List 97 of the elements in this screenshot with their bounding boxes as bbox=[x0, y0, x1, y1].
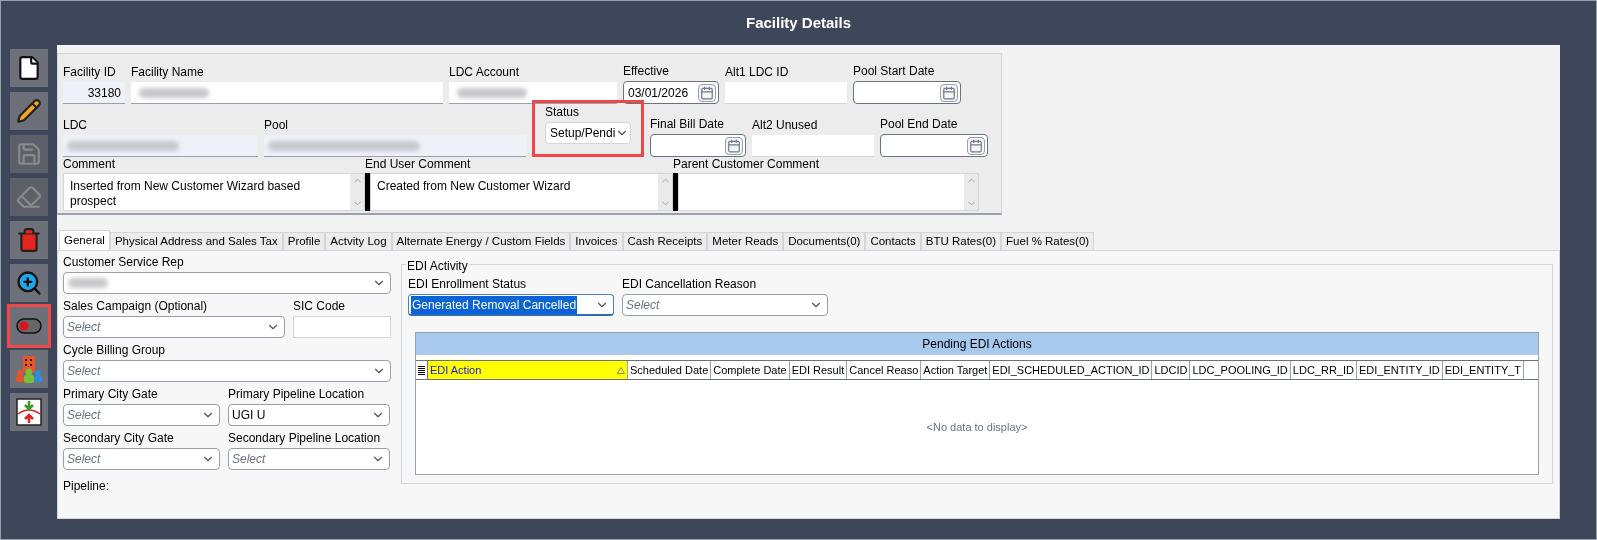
import-arrows-icon bbox=[16, 398, 42, 426]
blurred-text bbox=[139, 87, 209, 98]
tab[interactable]: Contacts bbox=[865, 232, 921, 250]
field-label: LDC bbox=[63, 118, 88, 132]
dropdown[interactable]: Select bbox=[622, 294, 828, 316]
field-label: Facility ID bbox=[63, 65, 117, 79]
field-label: Effective bbox=[623, 64, 670, 78]
window-title: Facility Details bbox=[744, 12, 852, 33]
column-header[interactable]: Complete Date bbox=[711, 361, 790, 379]
column-header[interactable]: LDC_POOLING_ID bbox=[1190, 361, 1291, 379]
dropdown[interactable]: Select bbox=[63, 316, 285, 338]
field-label: Pool Start Date bbox=[853, 64, 936, 78]
document-icon bbox=[16, 55, 42, 81]
column-header[interactable]: EDI_ENTITY_ID bbox=[1356, 361, 1443, 379]
field-label: Secondary Pipeline Location bbox=[228, 431, 382, 445]
eraser-icon bbox=[16, 184, 42, 210]
pencil-icon bbox=[16, 98, 42, 124]
empty-grid-message: <No data to display> bbox=[926, 419, 1028, 435]
dropdown[interactable]: Select bbox=[63, 404, 220, 426]
text-field[interactable] bbox=[449, 82, 617, 104]
field-label: Primary Pipeline Location bbox=[228, 387, 366, 401]
blurred-text bbox=[457, 87, 527, 98]
tab[interactable]: Profile bbox=[282, 232, 326, 250]
tab[interactable]: Documents(0) bbox=[783, 232, 866, 250]
field-label: Primary City Gate bbox=[63, 387, 159, 401]
field-label: Parent Customer Comment bbox=[673, 157, 821, 171]
comment-field[interactable]: Created from New Customer Wizard bbox=[370, 173, 673, 211]
field-label: Sales Campaign (Optional) bbox=[63, 299, 209, 313]
field-label: Secondary City Gate bbox=[63, 431, 175, 445]
column-header[interactable]: EDI Action bbox=[428, 361, 628, 379]
save-icon bbox=[16, 141, 42, 167]
field-label: Facility Name bbox=[131, 65, 205, 79]
calendar-button[interactable] bbox=[967, 136, 985, 155]
column-header[interactable]: Action Target bbox=[921, 361, 991, 379]
tab[interactable]: Meter Reads bbox=[707, 232, 784, 250]
status-dropdown[interactable]: Setup/Pendi bbox=[545, 122, 631, 144]
toggle-icon bbox=[16, 318, 42, 334]
field-label: EDI Cancellation Reason bbox=[622, 277, 758, 291]
tab[interactable]: Actvity Log bbox=[325, 232, 392, 250]
tab[interactable]: General bbox=[59, 230, 110, 250]
tab[interactable]: Cash Receipts bbox=[622, 232, 708, 250]
date-field[interactable] bbox=[853, 81, 961, 104]
text-field[interactable] bbox=[293, 316, 391, 338]
field-label: Pool bbox=[264, 118, 290, 132]
date-field[interactable] bbox=[880, 134, 988, 157]
tab[interactable]: Alternate Energy / Custom Fields bbox=[391, 232, 571, 250]
field-label: Pipeline: bbox=[63, 479, 111, 493]
text-field[interactable] bbox=[131, 82, 443, 104]
column-header[interactable]: LDCID bbox=[1152, 361, 1191, 379]
dropdown[interactable]: Generated Removal Cancelled bbox=[408, 294, 614, 316]
column-header[interactable]: EDI_ENTITY_T bbox=[1442, 361, 1525, 379]
field-label: Final Bill Date bbox=[650, 117, 726, 131]
field-label: Status bbox=[545, 105, 581, 119]
column-header[interactable]: Scheduled Date bbox=[628, 361, 712, 379]
dropdown[interactable]: Select bbox=[63, 448, 220, 470]
date-field[interactable]: 03/01/2026 bbox=[623, 81, 719, 104]
dropdown[interactable]: UGI U bbox=[228, 404, 390, 426]
column-header[interactable]: EDI Result bbox=[789, 361, 848, 379]
text-field[interactable] bbox=[725, 82, 847, 104]
calendar-button[interactable] bbox=[725, 136, 743, 155]
sort-arrow-icon bbox=[617, 366, 625, 374]
building-people-icon bbox=[15, 355, 43, 383]
text-field[interactable] bbox=[752, 135, 874, 157]
toolbar-button[interactable] bbox=[10, 92, 48, 130]
tab[interactable]: Invoices bbox=[570, 232, 623, 250]
field-label: Cycle Billing Group bbox=[63, 343, 167, 357]
field-label: Customer Service Rep bbox=[63, 255, 185, 269]
field-label: Alt1 LDC ID bbox=[725, 65, 790, 79]
zoom-in-icon bbox=[15, 269, 43, 297]
column-header[interactable]: Cancel Reaso bbox=[847, 361, 922, 379]
blurred-text bbox=[68, 278, 108, 288]
column-header[interactable]: LDC_RR_ID bbox=[1290, 361, 1357, 379]
tab[interactable]: Fuel % Rates(0) bbox=[1001, 232, 1095, 250]
field-label: SIC Code bbox=[293, 299, 347, 313]
comment-field[interactable]: Inserted from New Customer Wizard based prospect bbox=[63, 173, 365, 211]
facility-id-field: 33180 bbox=[63, 82, 125, 104]
tab[interactable]: Physical Address and Sales Tax bbox=[109, 232, 283, 250]
column-header[interactable]: EDI_SCHEDULED_ACTION_ID bbox=[990, 361, 1153, 379]
field-label: EDI Enrollment Status bbox=[408, 277, 528, 291]
toolbar-button[interactable] bbox=[10, 393, 48, 431]
date-field[interactable] bbox=[650, 134, 746, 157]
toolbar-button[interactable] bbox=[10, 264, 48, 302]
dropdown[interactable]: Select bbox=[228, 448, 390, 470]
dropdown[interactable]: Select bbox=[63, 360, 391, 382]
field-label: LDC Account bbox=[449, 65, 521, 79]
calendar-button[interactable] bbox=[698, 83, 716, 102]
field-label: Pool End Date bbox=[880, 117, 959, 131]
dropdown[interactable] bbox=[63, 272, 391, 294]
trash-icon bbox=[16, 227, 42, 253]
tab[interactable]: BTU Rates(0) bbox=[920, 232, 1002, 250]
comment-field[interactable] bbox=[678, 173, 979, 211]
field-label: Comment bbox=[63, 157, 116, 171]
toolbar-button[interactable] bbox=[10, 49, 48, 87]
field-label: Alt2 Unused bbox=[752, 118, 819, 132]
field-label: End User Comment bbox=[365, 157, 472, 171]
calendar-button[interactable] bbox=[940, 83, 958, 102]
grid-title: Pending EDI Actions bbox=[416, 333, 1538, 355]
